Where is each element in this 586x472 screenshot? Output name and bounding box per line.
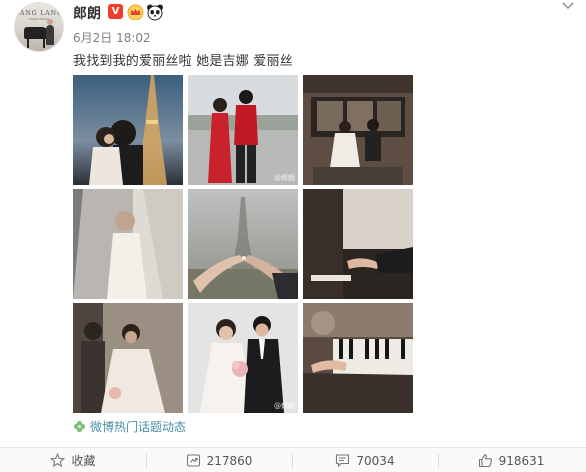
- avatar-subtext: PIANO MUSIC: [29, 17, 49, 21]
- repost-count: 217860: [206, 453, 253, 468]
- photo-paris-cafe-couple[interactable]: [303, 75, 413, 185]
- avatar-brand-text: LANG LANG: [15, 10, 63, 17]
- photo-watermark: @郎朗: [274, 174, 295, 182]
- photo-piano-keys-hands[interactable]: [303, 303, 413, 413]
- comment-button[interactable]: 70034: [292, 448, 438, 472]
- photo-bride-groom-lace[interactable]: [73, 303, 183, 413]
- comment-count: 70034: [356, 453, 395, 468]
- photo-hands-ring-eiffel[interactable]: [188, 189, 298, 299]
- photo-grid: @郎朗 @郎朗: [73, 75, 413, 413]
- photo-red-qipao-couple[interactable]: @郎朗: [188, 75, 298, 185]
- person-body: [46, 25, 54, 45]
- photo-piano-hands-window[interactable]: [303, 189, 413, 299]
- weibo-post-card: LANG LANG PIANO MUSIC 郎朗 V 6月2日 18:02 我找…: [0, 0, 586, 472]
- photo-eiffel-night-couple[interactable]: [73, 75, 183, 185]
- hot-topic-link[interactable]: 微博热门话题动态: [73, 418, 186, 435]
- repost-button[interactable]: 217860: [146, 448, 292, 472]
- verified-badge-icon[interactable]: V: [108, 4, 123, 19]
- chevron-down-icon[interactable]: [560, 0, 576, 12]
- avatar[interactable]: LANG LANG PIANO MUSIC: [14, 2, 64, 52]
- favorite-label: 收藏: [71, 454, 96, 468]
- post-text: 我找到我的爱丽丝啦 她是吉娜 爱丽丝: [73, 54, 293, 69]
- star-icon: [50, 453, 66, 468]
- author-name[interactable]: 郎朗: [73, 3, 101, 23]
- piano-leg: [27, 38, 29, 48]
- post-timestamp[interactable]: 6月2日 18:02: [73, 29, 151, 46]
- like-count: 918631: [498, 453, 545, 468]
- photo-watermark: @郎朗: [274, 402, 295, 410]
- repost-icon: [186, 454, 200, 467]
- photo-wedding-portrait[interactable]: @郎朗: [188, 303, 298, 413]
- like-button[interactable]: 918631: [438, 448, 584, 472]
- comment-icon: [336, 454, 350, 468]
- crown-badge-icon[interactable]: [127, 4, 144, 20]
- hot-topic-label: 微博热门话题动态: [90, 420, 187, 434]
- piano-leg: [43, 38, 45, 48]
- favorite-button[interactable]: 收藏: [0, 448, 146, 472]
- action-bar: 收藏 217860 70034 918631: [0, 447, 586, 472]
- photo-bride-veil[interactable]: [73, 189, 183, 299]
- panda-badge-icon[interactable]: [146, 3, 164, 21]
- thumbs-up-icon: [478, 454, 492, 468]
- clover-icon: [73, 420, 86, 433]
